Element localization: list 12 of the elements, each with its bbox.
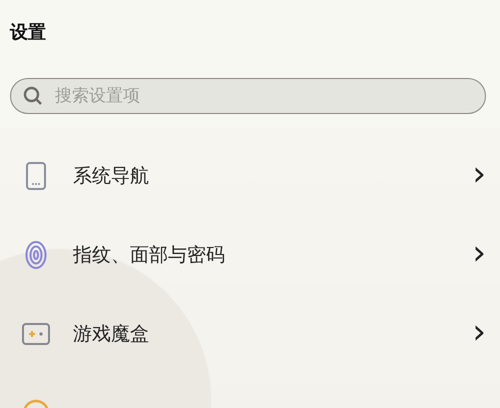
search-icon [23, 86, 43, 106]
fingerprint-icon [25, 240, 47, 270]
chevron-icon[interactable]: › [472, 236, 486, 270]
row-label: 指纹、面部与密码 [73, 242, 226, 268]
page-title: 设置 [10, 21, 47, 44]
game-console-icon [22, 322, 50, 344]
chevron-icon[interactable]: › [472, 314, 486, 348]
search-field[interactable]: 搜索设置项 [10, 78, 486, 114]
row-label: 系统导航 [73, 164, 150, 188]
chevron-icon[interactable]: › [472, 156, 486, 190]
row-label: 游戏魔盒 [73, 322, 150, 346]
phone-icon [26, 162, 46, 190]
